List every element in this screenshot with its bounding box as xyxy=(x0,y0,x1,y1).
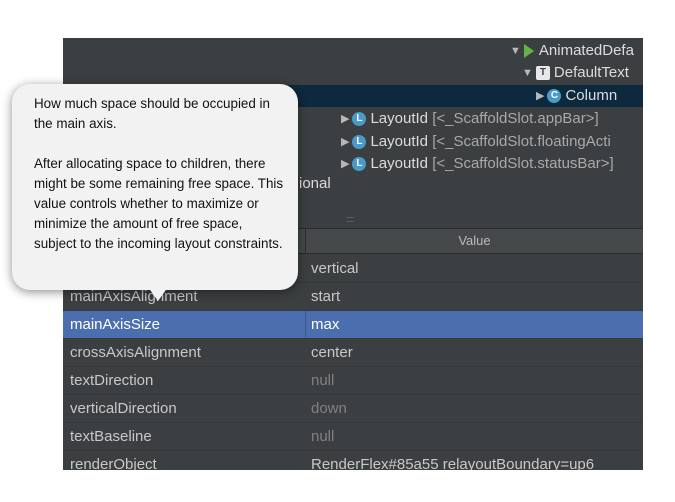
text-icon: T xyxy=(535,66,550,80)
cell-divider xyxy=(305,311,306,338)
property-name: crossAxisAlignment xyxy=(70,344,201,361)
table-row-selected[interactable]: mainAxisSize max xyxy=(63,311,643,339)
layout-icon: L xyxy=(352,112,367,126)
layout-icon: L xyxy=(352,135,367,149)
collapse-arrow-icon[interactable]: ▶ xyxy=(536,85,544,107)
column-icon: C xyxy=(547,89,562,103)
property-value: null xyxy=(311,428,335,445)
table-row[interactable]: verticalDirection down xyxy=(63,395,643,423)
tree-node-label: LayoutId xyxy=(370,133,429,150)
layout-icon: L xyxy=(352,157,367,171)
table-row[interactable]: crossAxisAlignment center xyxy=(63,339,643,367)
property-name: mainAxisSize xyxy=(70,316,161,333)
property-name: renderObject xyxy=(70,456,157,470)
collapse-arrow-icon[interactable]: ▶ xyxy=(341,153,349,175)
tooltip-paragraph: How much space should be occupied in the… xyxy=(34,96,270,131)
property-value: max xyxy=(311,316,340,333)
property-tooltip: How much space should be occupied in the… xyxy=(12,84,298,290)
table-row[interactable]: textDirection null xyxy=(63,367,643,395)
tree-node-layoutid-statusbar[interactable]: ▶ L LayoutId [<_ScaffoldSlot.statusBar>] xyxy=(341,153,614,175)
splitter-grip[interactable]: ::::: xyxy=(346,214,354,224)
tree-node-detail: [<_ScaffoldSlot.floatingActi xyxy=(432,133,611,150)
expand-arrow-icon[interactable]: ▼ xyxy=(522,62,533,84)
property-name: textBaseline xyxy=(70,428,152,445)
tree-node-detail: [<_ScaffoldSlot.statusBar>] xyxy=(432,155,614,172)
property-value: null xyxy=(311,372,335,389)
tree-node-label: LayoutId xyxy=(370,155,429,172)
property-name: verticalDirection xyxy=(70,400,177,417)
value-column-header[interactable]: Value xyxy=(306,229,643,253)
property-value: vertical xyxy=(311,260,359,277)
animated-icon xyxy=(523,44,534,58)
tree-node-animated[interactable]: ▼ AnimatedDefa xyxy=(510,40,634,62)
tree-node-label: AnimatedDefa xyxy=(538,42,634,59)
tooltip-paragraph: After allocating space to children, ther… xyxy=(34,156,284,251)
tree-node-detail: [<_ScaffoldSlot.appBar>] xyxy=(432,110,599,127)
tree-node-layoutid-fab[interactable]: ▶ L LayoutId [<_ScaffoldSlot.floatingAct… xyxy=(341,131,611,153)
collapse-arrow-icon[interactable]: ▶ xyxy=(341,131,349,153)
property-value: center xyxy=(311,344,353,361)
property-value: down xyxy=(311,400,347,417)
tree-node-defaulttext[interactable]: ▼ T DefaultText xyxy=(522,62,629,84)
collapse-arrow-icon[interactable]: ▶ xyxy=(341,108,349,130)
table-row[interactable]: renderObject RenderFlex#85a55 relayoutBo… xyxy=(63,451,643,470)
property-name: textDirection xyxy=(70,372,154,389)
table-row[interactable]: textBaseline null xyxy=(63,423,643,451)
tooltip-pointer xyxy=(148,287,168,301)
tree-node-label: Column xyxy=(565,87,618,104)
tree-node-label: DefaultText xyxy=(553,64,629,81)
tree-node-label: LayoutId xyxy=(370,110,429,127)
expand-arrow-icon[interactable]: ▼ xyxy=(510,40,521,62)
partial-text: ional xyxy=(299,175,331,192)
property-value: RenderFlex#85a55 relayoutBoundary=up6 xyxy=(311,456,595,470)
tree-node-layoutid-appbar[interactable]: ▶ L LayoutId [<_ScaffoldSlot.appBar>] xyxy=(341,108,599,130)
property-value: start xyxy=(311,288,341,305)
